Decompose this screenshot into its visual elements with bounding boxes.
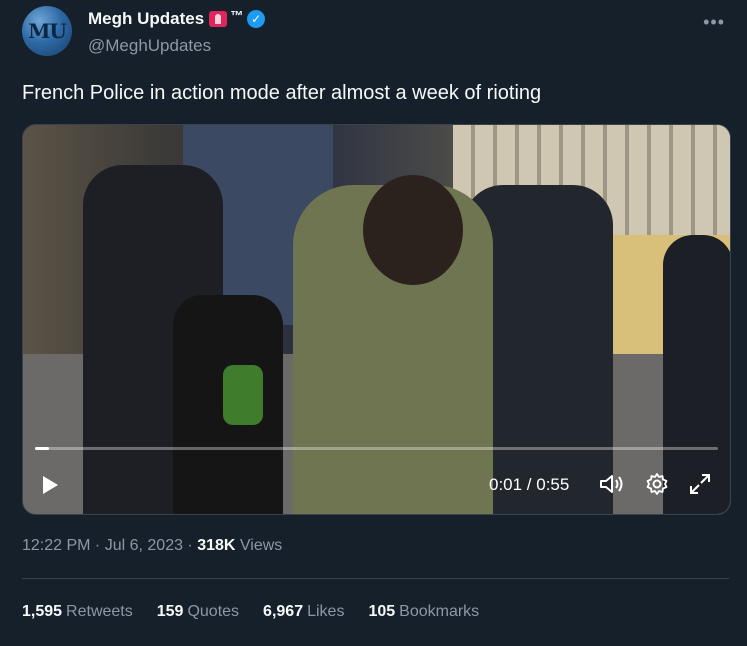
engagement-stats: 1,595 Retweets 159 Quotes 6,967 Likes 105 Bo…	[22, 603, 503, 621]
quotes-label: Quotes	[187, 603, 240, 620]
tweet-date[interactable]: Jul 6, 2023	[105, 537, 183, 554]
meta-separator: ·	[182, 537, 198, 554]
tweet-meta: 12:22 PM · Jul 6, 2023 · 318K Views	[22, 537, 282, 555]
tweet-text: French Police in action mode after almos…	[22, 82, 542, 104]
views-count: 318K	[197, 537, 236, 554]
video-progress-bar[interactable]	[35, 447, 718, 450]
play-icon[interactable]	[39, 474, 61, 496]
tweet-time[interactable]: 12:22 PM	[22, 537, 90, 554]
likes-count: 6,967	[263, 603, 304, 620]
stat-likes[interactable]: 6,967 Likes	[263, 603, 344, 621]
author-names: Megh Updates ™ ✓ @MeghUpdates	[88, 7, 266, 56]
more-options-icon[interactable]: •••	[703, 12, 725, 33]
meta-separator: ·	[90, 537, 105, 554]
author-handle[interactable]: @MeghUpdates	[88, 36, 265, 56]
video-time: 0:01 / 0:55	[489, 475, 570, 494]
divider	[22, 578, 729, 579]
stat-quotes[interactable]: 159 Quotes	[157, 603, 239, 621]
video-progress-fill	[35, 447, 49, 450]
quotes-count: 159	[156, 603, 184, 620]
fullscreen-icon[interactable]	[688, 472, 712, 496]
video-player[interactable]: 0:01 / 0:55	[22, 124, 731, 515]
likes-label: Likes	[307, 603, 345, 620]
trademark-symbol: ™	[230, 7, 244, 23]
avatar-initials: MU	[28, 19, 67, 43]
bookmarks-label: Bookmarks	[399, 603, 480, 620]
settings-gear-icon[interactable]	[645, 472, 669, 496]
display-name[interactable]: Megh Updates	[88, 9, 204, 29]
stat-bookmarks[interactable]: 105 Bookmarks	[368, 603, 479, 621]
stat-retweets[interactable]: 1,595 Retweets	[22, 603, 133, 621]
tweet-header: MU Megh Updates ™ ✓ @MeghUpdates •••	[22, 6, 729, 58]
siren-icon	[209, 11, 228, 27]
views-label: Views	[239, 537, 283, 554]
verified-badge-icon[interactable]: ✓	[247, 10, 266, 28]
avatar[interactable]: MU	[22, 6, 72, 56]
volume-muted-icon[interactable]	[599, 472, 625, 496]
name-row: Megh Updates ™ ✓	[88, 7, 266, 30]
retweets-count: 1,595	[22, 603, 63, 620]
bookmarks-count: 105	[368, 603, 396, 620]
retweets-label: Retweets	[66, 603, 133, 620]
video-controls: 0:01 / 0:55	[23, 454, 730, 514]
